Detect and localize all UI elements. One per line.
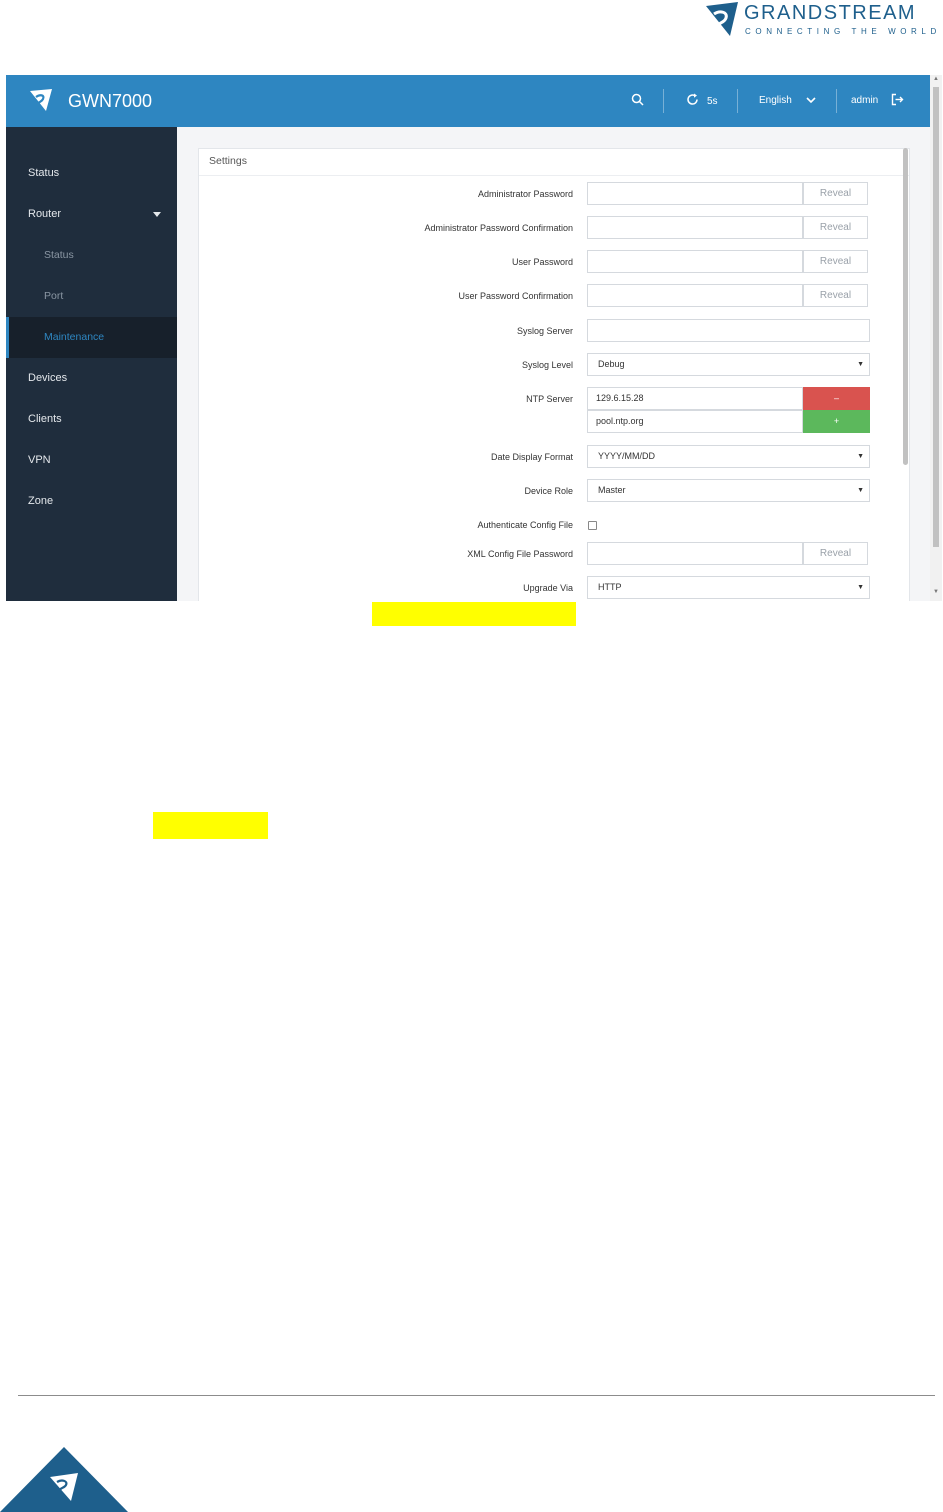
- grandstream-logo: GRANDSTREAM CONNECTING THE WORLD: [702, 0, 943, 44]
- top-bar: GWN7000 5s English admin: [6, 75, 930, 127]
- user-password-confirm-label: User Password Confirmation: [458, 291, 573, 301]
- admin-password-input[interactable]: [587, 182, 803, 205]
- sidebar-item-label: Maintenance: [44, 331, 105, 343]
- authenticate-config-label: Authenticate Config File: [477, 520, 573, 530]
- device-role-label: Device Role: [524, 486, 573, 496]
- reveal-button[interactable]: Reveal: [803, 182, 868, 205]
- caret-down-icon: [153, 212, 161, 217]
- sidebar-item-label: Port: [44, 290, 64, 302]
- brand-tagline: CONNECTING THE WORLD: [745, 27, 941, 36]
- admin-password-label: Administrator Password: [477, 189, 573, 199]
- footer-divider: [18, 1395, 935, 1396]
- highlight-mark: [153, 812, 268, 839]
- user-password-label: User Password: [511, 257, 573, 267]
- sidebar-item-maintenance[interactable]: Maintenance: [6, 317, 177, 358]
- dropdown-arrow-icon: ▼: [857, 453, 864, 460]
- upgrade-via-label: Upgrade Via: [523, 583, 573, 593]
- dropdown-arrow-icon: ▼: [857, 584, 864, 591]
- reveal-button[interactable]: Reveal: [803, 216, 868, 239]
- app-title: GWN7000: [68, 91, 153, 111]
- date-format-value: YYYY/MM/DD: [598, 451, 656, 461]
- divider: [737, 89, 738, 113]
- highlight-mark: [372, 602, 576, 626]
- scroll-down-icon[interactable]: ▼: [933, 589, 939, 595]
- sidebar-item-label: Zone: [28, 495, 54, 507]
- syslog-server-input[interactable]: [587, 319, 870, 342]
- admin-password-confirm-input[interactable]: [587, 216, 803, 239]
- user-password-confirm-input[interactable]: [587, 284, 803, 307]
- app-logo-icon[interactable]: [28, 87, 54, 113]
- reveal-button[interactable]: Reveal: [803, 542, 868, 565]
- chevron-down-icon[interactable]: [806, 95, 816, 105]
- panel-scrollbar[interactable]: [903, 148, 908, 465]
- page-scrollbar[interactable]: ▲ ▼: [930, 75, 942, 601]
- syslog-level-select[interactable]: Debug ▼: [587, 353, 870, 376]
- refresh-interval[interactable]: 5s: [707, 96, 718, 107]
- sidebar-item-devices[interactable]: Devices: [6, 358, 177, 399]
- scroll-up-icon[interactable]: ▲: [933, 76, 939, 82]
- ntp-server-label: NTP Server: [526, 394, 573, 404]
- date-format-select[interactable]: YYYY/MM/DD ▼: [587, 445, 870, 468]
- grandstream-mark-icon: [706, 2, 738, 36]
- xml-config-password-label: XML Config File Password: [467, 549, 573, 559]
- upgrade-via-select[interactable]: HTTP ▼: [587, 576, 870, 599]
- admin-password-confirm-label: Administrator Password Confirmation: [424, 223, 573, 233]
- sidebar: Status Router Status Port Maintenance De…: [6, 127, 177, 601]
- settings-panel: Settings Administrator Password Reveal A…: [198, 148, 910, 601]
- sidebar-item-label: Status: [44, 249, 74, 261]
- sidebar-item-router-status[interactable]: Status: [6, 235, 177, 276]
- sidebar-item-clients[interactable]: Clients: [6, 399, 177, 440]
- dropdown-arrow-icon: ▼: [857, 361, 864, 368]
- reveal-button[interactable]: Reveal: [803, 250, 868, 273]
- sidebar-item-label: VPN: [28, 454, 51, 466]
- ntp-server-input[interactable]: pool.ntp.org: [587, 410, 803, 433]
- sidebar-item-label: Status: [28, 167, 60, 179]
- language-selector[interactable]: English: [759, 95, 792, 106]
- sidebar-item-label: Devices: [28, 372, 68, 384]
- authenticate-config-checkbox[interactable]: [588, 521, 597, 530]
- upgrade-via-value: HTTP: [598, 582, 622, 592]
- reveal-button[interactable]: Reveal: [803, 284, 868, 307]
- sidebar-item-zone[interactable]: Zone: [6, 481, 177, 522]
- divider: [836, 89, 837, 113]
- logout-icon[interactable]: [891, 93, 904, 106]
- sidebar-item-label: Router: [28, 208, 62, 220]
- search-icon[interactable]: [631, 93, 644, 106]
- sidebar-item-label: Clients: [28, 413, 62, 425]
- brand-name: GRANDSTREAM: [744, 2, 917, 24]
- sidebar-item-port[interactable]: Port: [6, 276, 177, 317]
- device-role-value: Master: [598, 485, 626, 495]
- dropdown-arrow-icon: ▼: [857, 487, 864, 494]
- syslog-server-label: Syslog Server: [516, 326, 573, 336]
- sidebar-item-status[interactable]: Status: [6, 153, 177, 194]
- user-password-input[interactable]: [587, 250, 803, 273]
- xml-config-password-input[interactable]: [587, 542, 803, 565]
- divider: [199, 175, 909, 176]
- sidebar-item-router[interactable]: Router: [6, 194, 177, 235]
- syslog-level-label: Syslog Level: [521, 360, 573, 370]
- divider: [663, 89, 664, 113]
- remove-ntp-button[interactable]: –: [803, 387, 870, 410]
- sidebar-item-vpn[interactable]: VPN: [6, 440, 177, 481]
- user-menu[interactable]: admin: [851, 95, 878, 106]
- app-window: GWN7000 5s English admin Status Router S…: [6, 75, 942, 601]
- ntp-server-input[interactable]: 129.6.15.28: [587, 387, 803, 410]
- scrollbar-thumb[interactable]: [933, 87, 939, 547]
- date-format-label: Date Display Format: [490, 452, 573, 462]
- refresh-icon[interactable]: [686, 93, 699, 106]
- device-role-select[interactable]: Master ▼: [587, 479, 870, 502]
- panel-title: Settings: [209, 155, 247, 167]
- footer-logo-icon: [0, 1447, 128, 1512]
- add-ntp-button[interactable]: +: [803, 410, 870, 433]
- syslog-level-value: Debug: [598, 359, 625, 369]
